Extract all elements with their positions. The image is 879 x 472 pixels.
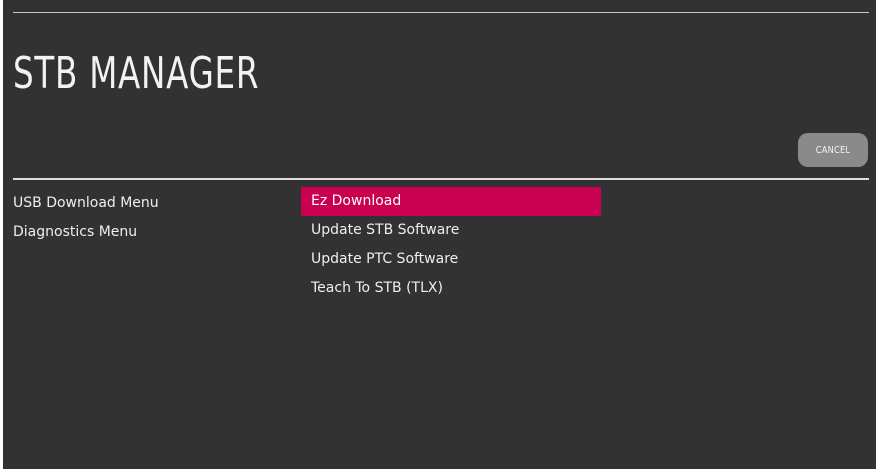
- header-divider: [13, 178, 869, 180]
- page-title: STB MANAGER: [13, 48, 260, 99]
- cancel-button-label: CANCEL: [815, 144, 851, 156]
- submenu-item-teach-to-stb[interactable]: Teach To STB (TLX): [301, 274, 601, 303]
- main-menu: USB Download Menu Diagnostics Menu: [13, 190, 293, 248]
- submenu-item-ez-download[interactable]: Ez Download: [301, 187, 601, 216]
- stb-manager-screen: STB MANAGER CANCEL USB Download Menu Dia…: [3, 0, 876, 469]
- submenu-item-update-stb-software[interactable]: Update STB Software: [301, 216, 601, 245]
- top-divider: [13, 12, 869, 13]
- submenu-item-update-ptc-software[interactable]: Update PTC Software: [301, 245, 601, 274]
- menu-item-diagnostics[interactable]: Diagnostics Menu: [13, 219, 293, 248]
- menu-item-usb-download[interactable]: USB Download Menu: [13, 190, 293, 219]
- submenu: Ez Download Update STB Software Update P…: [301, 187, 601, 303]
- cancel-button[interactable]: CANCEL: [798, 133, 868, 167]
